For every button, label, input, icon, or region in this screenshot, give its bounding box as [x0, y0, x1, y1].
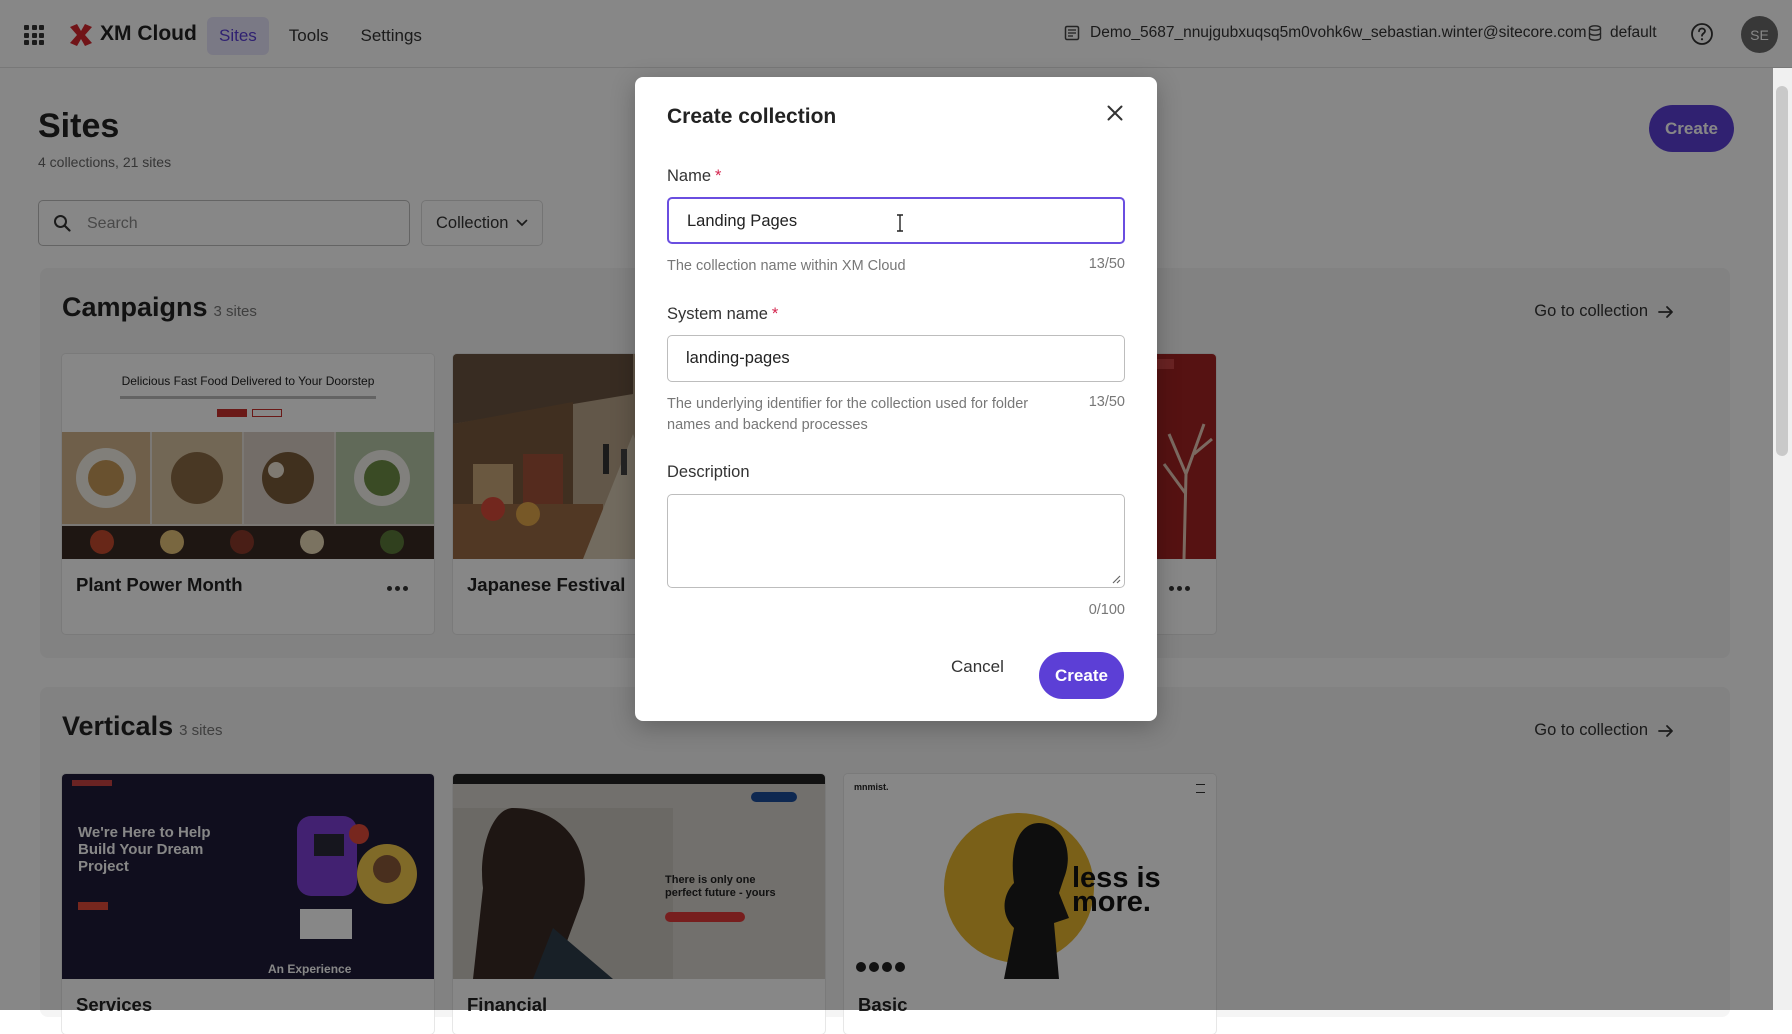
name-label: Name * [667, 167, 721, 186]
close-icon[interactable] [1101, 99, 1129, 127]
create-button[interactable]: Create [1039, 652, 1124, 699]
name-label-text: Name [667, 167, 712, 185]
system-name-field [667, 335, 1125, 382]
name-helper-text: The collection name within XM Cloud [667, 258, 906, 274]
system-name-label: System name * [667, 305, 778, 324]
required-mark: * [771, 305, 779, 323]
page-scrollbar[interactable] [1773, 68, 1792, 1010]
cancel-button[interactable]: Cancel [945, 649, 1010, 685]
dialog-title: Create collection [667, 105, 837, 128]
name-input[interactable] [687, 210, 1087, 232]
description-textarea[interactable] [668, 495, 1124, 587]
required-mark: * [715, 167, 722, 185]
system-name-helper-text: The underlying identifier for the collec… [667, 396, 1029, 433]
system-name-char-counter: 13/50 [1088, 394, 1125, 410]
description-field [667, 494, 1125, 588]
resize-handle-icon[interactable] [1111, 574, 1121, 584]
description-char-counter: 0/100 [1088, 602, 1125, 618]
name-char-counter: 13/50 [1088, 256, 1125, 272]
description-label: Description [667, 463, 750, 481]
text-cursor-icon [897, 214, 903, 232]
system-name-input[interactable] [686, 347, 1086, 369]
create-collection-dialog: Create collection Name* The collection n… [635, 77, 1157, 721]
scrollbar-thumb[interactable] [1776, 86, 1788, 456]
system-name-label-text: System name [667, 305, 768, 323]
